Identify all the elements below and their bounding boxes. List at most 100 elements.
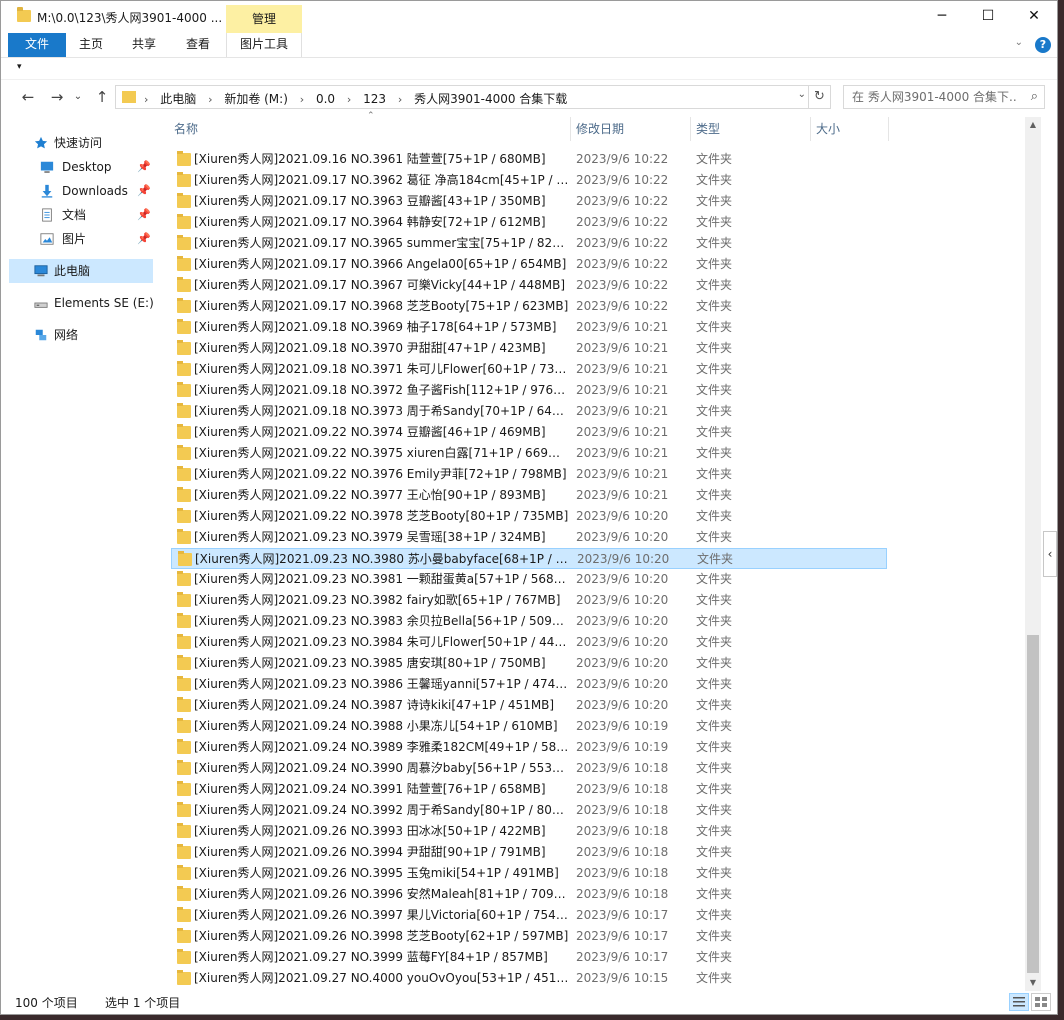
back-button[interactable]: ← (17, 87, 39, 107)
file-name[interactable]: [Xiuren秀人网]2021.09.17 NO.3967 可樂Vicky[44… (194, 275, 570, 296)
table-row[interactable]: [Xiuren秀人网]2021.09.16 NO.3961 陆萱萱[75+1P … (171, 149, 887, 170)
breadcrumb-current-folder[interactable]: 秀人网3901-4000 合集下载 (414, 90, 567, 107)
table-row[interactable]: [Xiuren秀人网]2021.09.17 NO.3965 summer宝宝[7… (171, 233, 887, 254)
table-row[interactable]: [Xiuren秀人网]2021.09.18 NO.3970 尹甜甜[47+1P … (171, 338, 887, 359)
file-name[interactable]: [Xiuren秀人网]2021.09.18 NO.3973 周于希Sandy[7… (194, 401, 570, 422)
table-row[interactable]: [Xiuren秀人网]2021.09.18 NO.3972 鱼子酱Fish[11… (171, 380, 887, 401)
table-row[interactable]: [Xiuren秀人网]2021.09.26 NO.3995 玉兔miki[54+… (171, 863, 887, 884)
breadcrumb-separator[interactable]: › (398, 93, 402, 106)
address-bar[interactable]: › 此电脑 › 新加卷 (M:) › 0.0 › 123 › 秀人网3901-4… (115, 85, 831, 109)
refresh-button[interactable]: ↻ (808, 86, 830, 108)
scrollbar-thumb[interactable] (1027, 635, 1039, 973)
nav-item-this-pc[interactable]: 此电脑 (9, 259, 153, 283)
nav-item-downloads[interactable]: Downloads 📌 (9, 179, 153, 203)
scroll-up-button[interactable]: ▲ (1025, 117, 1041, 133)
breadcrumb-folder-0-0[interactable]: 0.0 (316, 92, 335, 106)
preview-pane-toggle[interactable]: ‹ (1043, 531, 1057, 577)
table-row[interactable]: [Xiuren秀人网]2021.09.17 NO.3968 芝芝Booty[75… (171, 296, 887, 317)
nav-item-network[interactable]: 网络 (9, 323, 153, 347)
file-name[interactable]: [Xiuren秀人网]2021.09.18 NO.3972 鱼子酱Fish[11… (194, 380, 570, 401)
table-row[interactable]: [Xiuren秀人网]2021.09.27 NO.3999 蓝莓FY[84+1P… (171, 947, 887, 968)
table-row[interactable]: [Xiuren秀人网]2021.09.24 NO.3989 李雅柔182CM[4… (171, 737, 887, 758)
file-name[interactable]: [Xiuren秀人网]2021.09.26 NO.3998 芝芝Booty[62… (194, 926, 570, 947)
table-row[interactable]: [Xiuren秀人网]2021.09.24 NO.3991 陆萱萱[76+1P … (171, 779, 887, 800)
search-input[interactable] (844, 86, 1018, 108)
table-row[interactable]: [Xiuren秀人网]2021.09.22 NO.3976 Emily尹菲[72… (171, 464, 887, 485)
file-name[interactable]: [Xiuren秀人网]2021.09.26 NO.3995 玉兔miki[54+… (194, 863, 570, 884)
breadcrumb-this-pc[interactable]: 此电脑 (160, 90, 196, 107)
pin-icon[interactable]: 📌 (137, 227, 151, 251)
table-row[interactable]: [Xiuren秀人网]2021.09.26 NO.3993 田冰冰[50+1P … (171, 821, 887, 842)
address-dropdown-icon[interactable]: ⌄ (798, 89, 806, 100)
breadcrumb-folder-123[interactable]: 123 (363, 92, 386, 106)
breadcrumb-drive-m[interactable]: 新加卷 (M:) (224, 90, 288, 107)
table-row[interactable]: [Xiuren秀人网]2021.09.23 NO.3980 苏小曼babyfac… (171, 548, 887, 569)
large-icons-view-button[interactable] (1031, 993, 1051, 1011)
nav-item-pictures[interactable]: 图片 📌 (9, 227, 153, 251)
nav-item-quick-access[interactable]: 快速访问 (9, 131, 153, 155)
table-row[interactable]: [Xiuren秀人网]2021.09.18 NO.3973 周于希Sandy[7… (171, 401, 887, 422)
maximize-button[interactable]: ☐ (965, 1, 1011, 33)
file-name[interactable]: [Xiuren秀人网]2021.09.18 NO.3971 朱可儿Flower[… (194, 359, 570, 380)
file-name[interactable]: [Xiuren秀人网]2021.09.23 NO.3983 余贝拉Bella[5… (194, 611, 570, 632)
file-name[interactable]: [Xiuren秀人网]2021.09.23 NO.3979 吴雪瑶[38+1P … (194, 527, 570, 548)
file-name[interactable]: [Xiuren秀人网]2021.09.27 NO.4000 youOvOyou[… (194, 968, 570, 989)
details-view-button[interactable] (1009, 993, 1029, 1011)
breadcrumb-separator[interactable]: › (208, 93, 212, 106)
file-name[interactable]: [Xiuren秀人网]2021.09.17 NO.3965 summer宝宝[7… (194, 233, 570, 254)
file-name[interactable]: [Xiuren秀人网]2021.09.24 NO.3991 陆萱萱[76+1P … (194, 779, 570, 800)
table-row[interactable]: [Xiuren秀人网]2021.09.26 NO.3996 安然Maleah[8… (171, 884, 887, 905)
table-row[interactable]: [Xiuren秀人网]2021.09.22 NO.3977 王心怡[90+1P … (171, 485, 887, 506)
file-name[interactable]: [Xiuren秀人网]2021.09.23 NO.3982 fairy如歌[65… (194, 590, 570, 611)
table-row[interactable]: [Xiuren秀人网]2021.09.18 NO.3969 柚子178[64+1… (171, 317, 887, 338)
file-name[interactable]: [Xiuren秀人网]2021.09.22 NO.3977 王心怡[90+1P … (194, 485, 570, 506)
minimize-button[interactable]: ─ (919, 1, 965, 33)
file-name[interactable]: [Xiuren秀人网]2021.09.22 NO.3975 xiuren白露[7… (194, 443, 570, 464)
file-name[interactable]: [Xiuren秀人网]2021.09.16 NO.3961 陆萱萱[75+1P … (194, 149, 570, 170)
file-name[interactable]: [Xiuren秀人网]2021.09.23 NO.3986 王馨瑶yanni[5… (194, 674, 570, 695)
file-name[interactable]: [Xiuren秀人网]2021.09.17 NO.3964 韩静安[72+1P … (194, 212, 570, 233)
table-row[interactable]: [Xiuren秀人网]2021.09.17 NO.3967 可樂Vicky[44… (171, 275, 887, 296)
column-header-size[interactable]: 大小 (813, 117, 889, 141)
table-row[interactable]: [Xiuren秀人网]2021.09.17 NO.3962 葛征 净高184cm… (171, 170, 887, 191)
file-name[interactable]: [Xiuren秀人网]2021.09.26 NO.3994 尹甜甜[90+1P … (194, 842, 570, 863)
table-row[interactable]: [Xiuren秀人网]2021.09.23 NO.3986 王馨瑶yanni[5… (171, 674, 887, 695)
file-name[interactable]: [Xiuren秀人网]2021.09.17 NO.3962 葛征 净高184cm… (194, 170, 570, 191)
table-row[interactable]: [Xiuren秀人网]2021.09.18 NO.3971 朱可儿Flower[… (171, 359, 887, 380)
table-row[interactable]: [Xiuren秀人网]2021.09.24 NO.3987 诗诗kiki[47+… (171, 695, 887, 716)
table-row[interactable]: [Xiuren秀人网]2021.09.26 NO.3997 果儿Victoria… (171, 905, 887, 926)
pin-icon[interactable]: 📌 (137, 203, 151, 227)
tab-picture-tools[interactable]: 图片工具 (226, 33, 302, 57)
file-name[interactable]: [Xiuren秀人网]2021.09.24 NO.3989 李雅柔182CM[4… (194, 737, 570, 758)
file-name[interactable]: [Xiuren秀人网]2021.09.23 NO.3984 朱可儿Flower[… (194, 632, 570, 653)
file-name[interactable]: [Xiuren秀人网]2021.09.27 NO.3999 蓝莓FY[84+1P… (194, 947, 570, 968)
table-row[interactable]: [Xiuren秀人网]2021.09.24 NO.3992 周于希Sandy[8… (171, 800, 887, 821)
tab-file[interactable]: 文件 (8, 33, 66, 57)
file-name[interactable]: [Xiuren秀人网]2021.09.24 NO.3987 诗诗kiki[47+… (194, 695, 570, 716)
file-name[interactable]: [Xiuren秀人网]2021.09.26 NO.3997 果儿Victoria… (194, 905, 570, 926)
file-name[interactable]: [Xiuren秀人网]2021.09.23 NO.3981 一颗甜蛋黄a[57+… (194, 569, 570, 590)
nav-item-documents[interactable]: 文档 📌 (9, 203, 153, 227)
file-name[interactable]: [Xiuren秀人网]2021.09.23 NO.3980 苏小曼babyfac… (195, 549, 571, 570)
breadcrumb-separator[interactable]: › (300, 93, 304, 106)
table-row[interactable]: [Xiuren秀人网]2021.09.17 NO.3964 韩静安[72+1P … (171, 212, 887, 233)
forward-button[interactable]: → (46, 87, 68, 107)
file-name[interactable]: [Xiuren秀人网]2021.09.26 NO.3996 安然Maleah[8… (194, 884, 570, 905)
file-name[interactable]: [Xiuren秀人网]2021.09.24 NO.3992 周于希Sandy[8… (194, 800, 570, 821)
column-header-date[interactable]: 修改日期 (573, 117, 691, 141)
tab-home[interactable]: 主页 (71, 33, 111, 57)
scroll-down-button[interactable]: ▼ (1025, 975, 1041, 991)
table-row[interactable]: [Xiuren秀人网]2021.09.23 NO.3979 吴雪瑶[38+1P … (171, 527, 887, 548)
recent-locations-button[interactable]: ⌄ (71, 87, 85, 107)
table-row[interactable]: [Xiuren秀人网]2021.09.23 NO.3984 朱可儿Flower[… (171, 632, 887, 653)
file-name[interactable]: [Xiuren秀人网]2021.09.26 NO.3993 田冰冰[50+1P … (194, 821, 570, 842)
file-name[interactable]: [Xiuren秀人网]2021.09.22 NO.3978 芝芝Booty[80… (194, 506, 570, 527)
breadcrumb-separator[interactable]: › (347, 93, 351, 106)
table-row[interactable]: [Xiuren秀人网]2021.09.22 NO.3974 豆瓣酱[46+1P … (171, 422, 887, 443)
table-row[interactable]: [Xiuren秀人网]2021.09.23 NO.3982 fairy如歌[65… (171, 590, 887, 611)
up-button[interactable]: ↑ (91, 87, 113, 107)
column-header-type[interactable]: 类型 (693, 117, 811, 141)
context-tab-header[interactable]: 管理 (226, 5, 302, 33)
vertical-scrollbar[interactable]: ▲ ▼ (1025, 117, 1041, 991)
table-row[interactable]: [Xiuren秀人网]2021.09.22 NO.3975 xiuren白露[7… (171, 443, 887, 464)
